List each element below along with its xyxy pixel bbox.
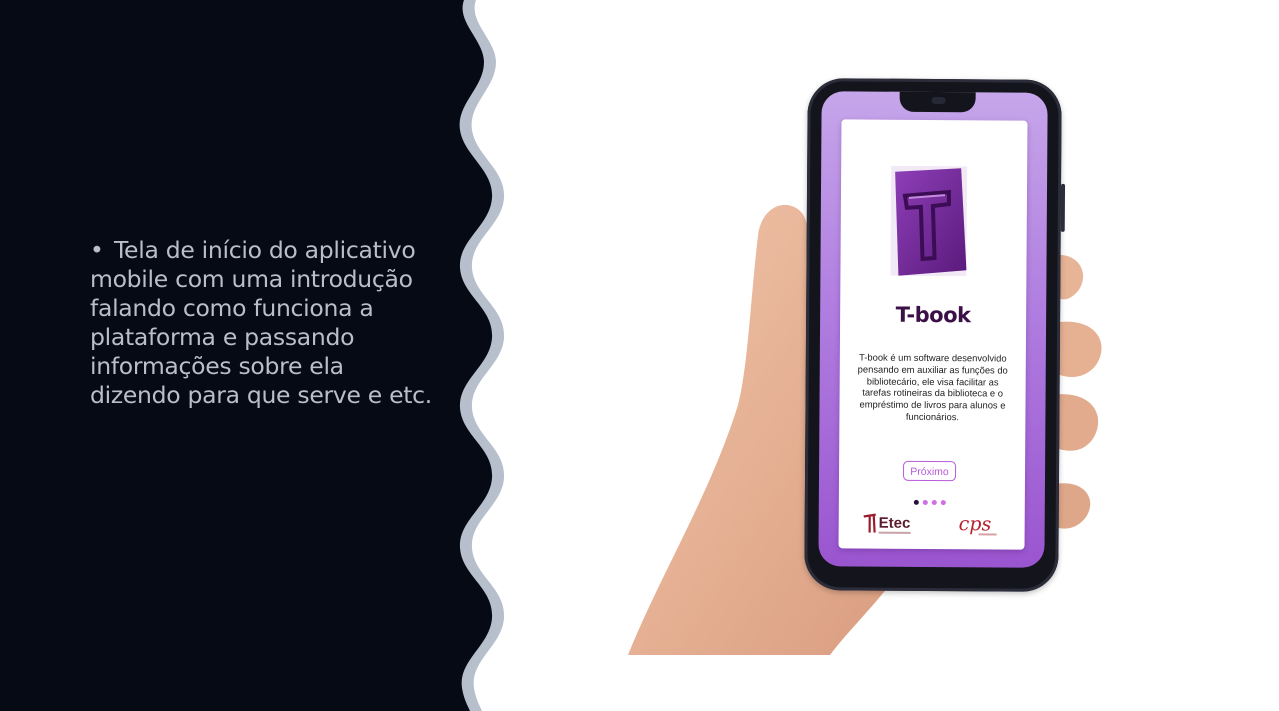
etec-logo-text: Etec — [878, 514, 911, 532]
phone-screen: T-book T-book é um software desenvolvido… — [818, 91, 1048, 568]
next-button[interactable]: Próximo — [902, 460, 957, 482]
camera-icon — [931, 96, 946, 105]
phone-side-button — [1060, 183, 1066, 232]
smartphone: T-book T-book é um software desenvolvido… — [804, 78, 1066, 592]
app-description: T-book é um software desenvolvido pensan… — [857, 351, 1008, 423]
cps-logo: cps — [959, 513, 997, 536]
phone-notch — [899, 91, 976, 113]
bullet-content: Tela de início do aplicativo mobile com … — [90, 236, 432, 409]
onboarding-card: T-book T-book é um software desenvolvido… — [838, 119, 1028, 550]
etec-logo: Etec — [863, 513, 915, 537]
etec-logo-subtitle — [878, 531, 911, 534]
bullet-point-icon: • — [90, 236, 104, 264]
pagination-dots — [913, 492, 950, 506]
page-dot[interactable] — [931, 499, 937, 506]
page-dot[interactable] — [940, 500, 946, 506]
cps-logo-text: cps — [959, 513, 992, 535]
t-book-logo-icon — [890, 165, 968, 277]
page-dot-active[interactable] — [913, 499, 919, 505]
slide-bullet-text: • Tela de início do aplicativo mobile com… — [90, 236, 440, 410]
slide-left-panel: • Tela de início do aplicativo mobile com… — [0, 0, 520, 711]
etec-logo-icon — [863, 513, 876, 533]
page-dot[interactable] — [922, 499, 928, 505]
app-title: T-book — [895, 302, 971, 328]
